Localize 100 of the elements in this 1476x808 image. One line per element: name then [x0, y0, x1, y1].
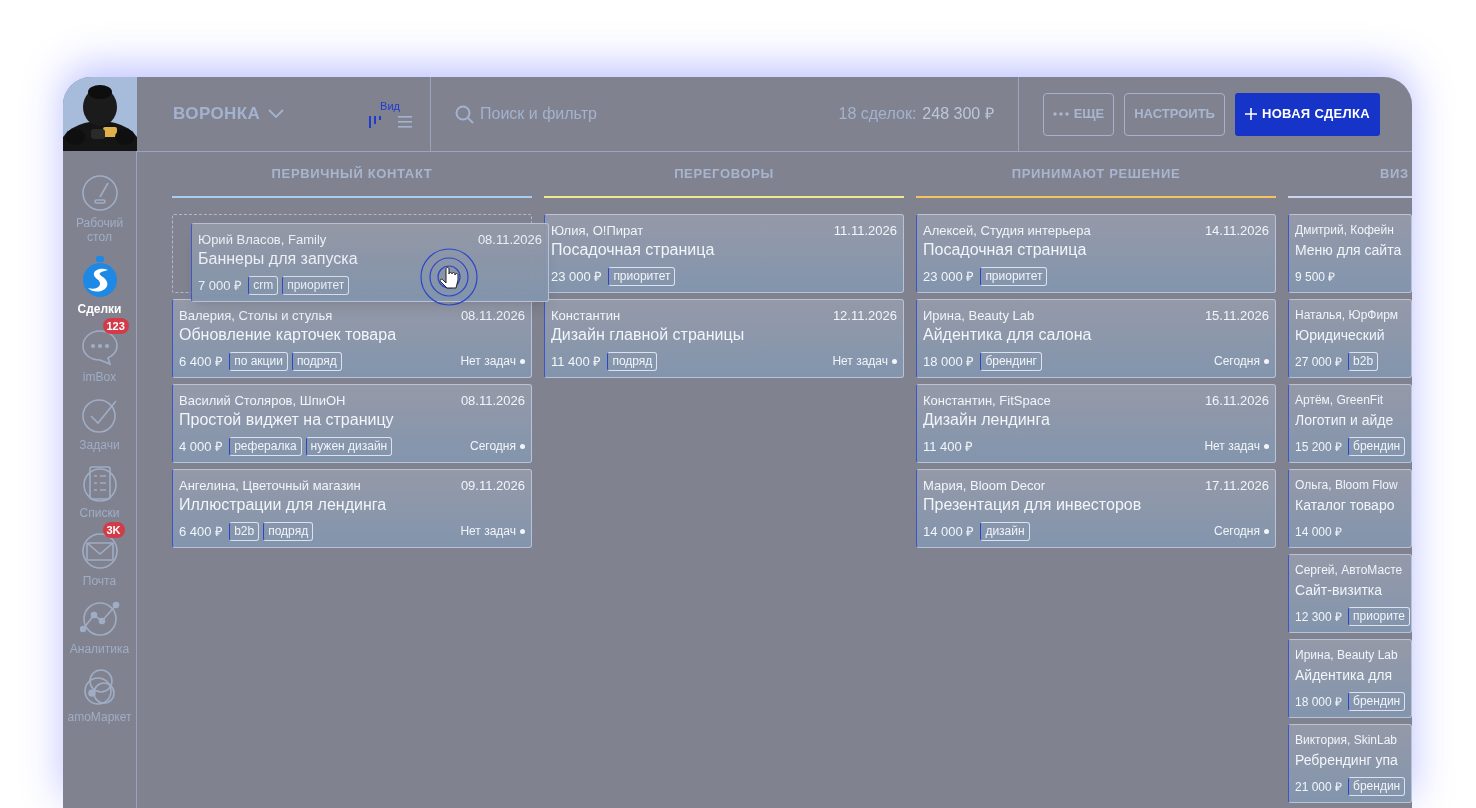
deal-card[interactable]: Василий Столяров, ШпиОН 08.11.2026 Простой виджет на страницу 4 000 ₽ рефералка нужен дизайн Сегодня [172, 384, 532, 463]
tag: подряд [263, 521, 314, 541]
contact-name: Юлия, О!Пират [551, 222, 644, 239]
deal-date: 12.11.2026 [832, 307, 897, 324]
deal-title: Обновление карточек товара [179, 325, 398, 345]
deal-title: Дизайн главной страницы [551, 325, 746, 345]
tag: подряд [291, 351, 342, 371]
tag: брендинг [980, 351, 1042, 371]
deal-date: 16.11.2026 [1204, 392, 1269, 409]
contact-name: Константин, FitSpace [923, 392, 1051, 409]
contact-name: Мария, Bloom Decor [923, 477, 1046, 494]
task-status: Сегодня [470, 438, 516, 456]
deal-card[interactable]: Ирина, Beauty Lab 15.11.2026 Айдентика для салона 18 000 ₽ брендинг Сегодня [916, 299, 1276, 378]
deal-price: 4 000 ₽ [179, 437, 224, 456]
deal-card[interactable]: Виктория, SkinLab Ребрендинг упа 21 000 ₽ брендин [1288, 724, 1412, 803]
more-button[interactable]: ЕЩЕ [1042, 92, 1115, 136]
deal-price: 15 200 ₽ [1295, 438, 1343, 456]
deal-card[interactable]: Мария, Bloom Decor 17.11.2026 Презентация для инвесторов 14 000 ₽ дизайн Сегодня [916, 469, 1276, 548]
click-ripple-icon [419, 247, 479, 307]
deal-price: 6 400 ₽ [179, 352, 224, 371]
deal-title: Баннеры для запуска [198, 249, 359, 269]
deal-title: Посадочная страница [551, 240, 716, 260]
deal-price: 14 000 ₽ [1295, 524, 1343, 541]
deal-price: 11 400 ₽ [551, 352, 602, 371]
search-field[interactable]: Поиск и фильтр [480, 102, 780, 126]
tag: приоритет [980, 266, 1048, 286]
deal-price: 12 300 ₽ [1295, 608, 1343, 626]
deal-price: 14 000 ₽ [923, 522, 975, 541]
deal-card[interactable]: Наталья, ЮрФирм Юридический 27 000 ₽ b2b [1288, 299, 1412, 378]
deal-card[interactable]: Ангелина, Цветочный магазин 09.11.2026 Иллюстрации для лендинга 6 400 ₽ b2b подряд Нет задач [172, 469, 532, 548]
deal-title: Айдентика для [1295, 666, 1394, 685]
tag: приоритет [282, 275, 350, 295]
deal-title: Айдентика для салона [923, 325, 1093, 345]
column-title: ВИЗ [1379, 164, 1409, 183]
contact-name: Юрий Власов, Family [198, 231, 327, 248]
tag: b2b [229, 521, 260, 541]
chevron-down-icon [268, 109, 285, 119]
deal-card[interactable]: Константин 12.11.2026 Дизайн главной страницы 11 400 ₽ подряд Нет задач [544, 299, 904, 378]
tag: брендин [1348, 692, 1406, 711]
deal-date: 11.11.2026 [833, 222, 897, 239]
settings-button[interactable]: НАСТРОИТЬ [1124, 92, 1225, 136]
search-icon [455, 104, 474, 124]
tag: рефералка [229, 436, 302, 456]
deal-date: 15.11.2026 [1204, 307, 1269, 324]
analytics-chart-icon [79, 599, 120, 639]
list-view-icon[interactable] [398, 115, 412, 128]
pipeline-dropdown[interactable]: ВОРОНКА [173, 101, 285, 127]
task-status: Нет задач [1204, 438, 1260, 456]
deal-price: 18 000 ₽ [1295, 693, 1343, 711]
contact-name: Сергей, АвтоМасте [1295, 562, 1403, 579]
tag: дизайн [980, 521, 1030, 541]
deal-date: 14.11.2026 [1204, 222, 1269, 239]
plus-icon [1244, 108, 1257, 120]
contact-name: Ангелина, Цветочный магазин [179, 477, 361, 494]
deal-card[interactable]: Юрий Власов, Family 08.11.2026 Баннеры для запуска 7 000 ₽ crm приоритет [191, 223, 549, 302]
task-status: Нет задач [460, 523, 516, 541]
dots-icon [1052, 112, 1069, 116]
deal-price: 27 000 ₽ [1295, 353, 1343, 371]
deal-price: 18 000 ₽ [923, 352, 975, 371]
deal-card[interactable]: Юлия, О!Пират 11.11.2026 Посадочная страница 23 000 ₽ приоритет [544, 214, 904, 293]
sidebar-item[interactable]: Сделки [63, 246, 137, 316]
tag: приоритет [608, 266, 676, 286]
deal-title: Юридический [1295, 326, 1386, 345]
speedometer-icon [79, 173, 120, 213]
deal-card[interactable]: Ирина, Beauty Lab Айдентика для 18 000 ₽ брендин [1288, 639, 1412, 718]
deal-title: Ребрендинг упа [1295, 751, 1399, 770]
deals-count: 18 сделок: [838, 104, 917, 124]
deal-card[interactable]: Артём, GreenFit Логотип и айде 15 200 ₽ брендин [1288, 384, 1412, 463]
deal-title: Простой виджет на страницу [179, 410, 395, 430]
tag: подряд [607, 351, 658, 371]
contact-name: Наталья, ЮрФирм [1295, 307, 1399, 324]
contact-name: Ирина, Beauty Lab [1295, 647, 1398, 664]
deal-card[interactable]: Сергей, АвтоМасте Сайт-визитка 12 300 ₽ приорите [1288, 554, 1412, 633]
deal-card[interactable]: Алексей, Студия интерьера 14.11.2026 Посадочная страница 23 000 ₽ приоритет [916, 214, 1276, 293]
deals-total: 248 300 ₽ [922, 104, 994, 124]
contact-name: Алексей, Студия интерьера [923, 222, 1091, 239]
task-status: Нет задач [832, 353, 888, 371]
contact-name: Ирина, Beauty Lab [923, 307, 1035, 324]
deal-title: Иллюстрации для лендинга [179, 495, 388, 515]
column-title: ПРИНИМАЮТ РЕШЕНИЕ [1011, 164, 1181, 183]
tag: crm [248, 275, 279, 295]
deal-price: 9 500 ₽ [1295, 269, 1336, 286]
deal-card[interactable]: Дмитрий, Кофейн Меню для сайта 9 500 ₽ [1288, 214, 1412, 293]
deal-card[interactable]: Валерия, Столы и стулья 08.11.2026 Обновление карточек товара 6 400 ₽ по акции подряд Нет задач [172, 299, 532, 378]
deal-title: Презентация для инвесторов [923, 495, 1143, 515]
deal-price: 23 000 ₽ [551, 267, 603, 286]
tag: брендин [1348, 777, 1406, 796]
tag: нужен дизайн [305, 436, 393, 456]
deal-date: 08.11.2026 [460, 307, 525, 324]
notification-badge: 123 [102, 318, 129, 334]
kanban-view-icon[interactable] [368, 114, 382, 129]
column-title: ПЕРВИЧНЫЙ КОНТАКТ [271, 164, 433, 183]
deal-date: 17.11.2026 [1204, 477, 1269, 494]
new-deal-button[interactable]: НОВАЯ СДЕЛКА [1234, 92, 1380, 136]
deal-card[interactable]: Константин, FitSpace 16.11.2026 Дизайн лендинга 11 400 ₽ Нет задач [916, 384, 1276, 463]
tag: по акции [229, 351, 288, 371]
notification-badge: 3K [102, 522, 125, 538]
contact-name: Виктория, SkinLab [1295, 732, 1398, 749]
deal-card[interactable]: Ольга, Bloom Flow Каталог товаро 14 000 ₽ [1288, 469, 1412, 548]
deal-price: 11 400 ₽ [923, 437, 974, 456]
